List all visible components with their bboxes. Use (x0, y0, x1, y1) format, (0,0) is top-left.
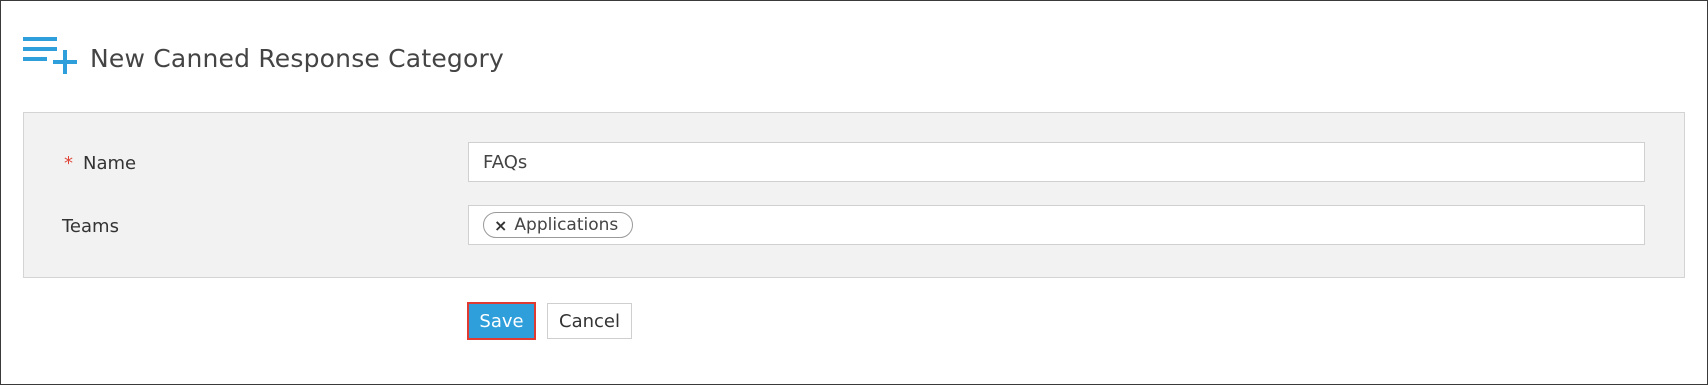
dialog-frame: New Canned Response Category * Name Teams… (0, 0, 1708, 385)
team-chip: × Applications (483, 212, 634, 238)
name-field[interactable] (468, 142, 1645, 182)
name-label-text: Name (83, 153, 137, 174)
name-input[interactable] (469, 143, 1644, 181)
teams-field[interactable]: × Applications (468, 205, 1645, 245)
name-label: * Name (64, 153, 136, 174)
form-panel: * Name Teams × Applications (23, 112, 1685, 278)
team-chip-label: Applications (514, 215, 619, 235)
save-button[interactable]: Save (467, 302, 536, 340)
required-marker: * (64, 153, 73, 174)
page-title: New Canned Response Category (90, 43, 504, 73)
page-header: New Canned Response Category (23, 37, 504, 79)
teams-label: Teams (62, 216, 119, 237)
list-add-icon (23, 37, 77, 79)
cancel-button[interactable]: Cancel (547, 303, 632, 339)
chip-remove-icon[interactable]: × (494, 216, 507, 235)
